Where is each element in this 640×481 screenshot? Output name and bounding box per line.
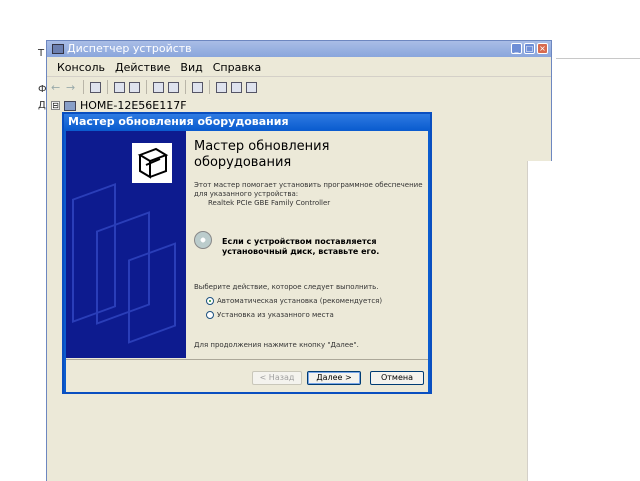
radio-button-automatic[interactable]: [206, 297, 214, 305]
toolbar: ← →: [51, 79, 257, 95]
button-separator: [66, 359, 428, 360]
option-automatic[interactable]: Автоматическая установка (рекомендуется): [206, 297, 382, 305]
toolbar-separator: [146, 80, 147, 94]
device-manager-icon: [52, 44, 64, 54]
hardware-wizard-icon: [130, 141, 174, 185]
menu-action[interactable]: Действие: [111, 59, 176, 76]
wizard-heading: Мастер обновления оборудования: [194, 139, 330, 170]
insert-disc-instruction: Если с устройством поставляется установо…: [222, 237, 380, 256]
toolbar-separator: [209, 80, 210, 94]
menu-view[interactable]: Вид: [176, 59, 208, 76]
toolbar-separator: [185, 80, 186, 94]
toolbar-separator: [107, 80, 108, 94]
wizard-description: Этот мастер помогает установить программ…: [194, 181, 423, 198]
back-arrow-icon[interactable]: ←: [51, 82, 62, 93]
background-text-fragment: Д: [38, 100, 46, 111]
wizard-title: Мастер обновления оборудования: [68, 115, 289, 128]
computer-name[interactable]: HOME-12E56E117F: [80, 99, 187, 112]
option-specific-location[interactable]: Установка из указанного места: [206, 311, 334, 319]
computer-icon: [64, 100, 76, 111]
wizard-banner: [66, 131, 186, 358]
tree-view-panel: [527, 161, 552, 481]
back-button[interactable]: < Назад: [252, 371, 302, 385]
menu-bar: Консоль Действие Вид Справка: [47, 59, 551, 77]
cd-disc-icon: [194, 231, 212, 249]
scan-hardware-icon[interactable]: [216, 81, 227, 93]
hardware-update-wizard-dialog: Мастер обновления оборудования Мастер об…: [62, 112, 432, 394]
window-title: Диспетчер устройств: [67, 42, 192, 55]
radio-button-specific-location[interactable]: [206, 311, 214, 319]
wizard-titlebar[interactable]: Мастер обновления оборудования: [64, 114, 430, 130]
print-icon[interactable]: [129, 81, 140, 93]
background-window-edge: [556, 58, 640, 79]
continue-hint: Для продолжения нажмите кнопку "Далее".: [194, 341, 359, 349]
minimize-button[interactable]: _: [511, 43, 522, 54]
background-text-fragment: Т: [38, 48, 45, 59]
forward-arrow-icon[interactable]: →: [66, 82, 77, 93]
next-button[interactable]: Далее >: [307, 371, 361, 385]
menu-console[interactable]: Консоль: [53, 59, 111, 76]
banner-decoration: [128, 242, 176, 344]
help-icon[interactable]: [153, 81, 164, 93]
device-name: Realtek PCIe GBE Family Controller: [208, 199, 331, 207]
properties-icon[interactable]: [114, 81, 125, 93]
wizard-body: Мастер обновления оборудования Этот маст…: [66, 131, 428, 392]
collapse-toggle[interactable]: ⊟: [51, 101, 60, 110]
device-manager-titlebar[interactable]: Диспетчер устройств _ □ ×: [47, 41, 551, 57]
toolbar-separator: [83, 80, 84, 94]
cancel-button[interactable]: Отмена: [370, 371, 424, 385]
disable-device-icon[interactable]: [231, 81, 242, 93]
option-automatic-label[interactable]: Автоматическая установка (рекомендуется): [217, 297, 382, 305]
menu-help[interactable]: Справка: [209, 59, 267, 76]
option-specific-location-label[interactable]: Установка из указанного места: [217, 311, 334, 319]
view-icon[interactable]: [168, 81, 179, 93]
update-driver-icon[interactable]: [192, 81, 203, 93]
close-button[interactable]: ×: [537, 43, 548, 54]
desktop-left-strip: [0, 0, 46, 480]
maximize-button[interactable]: □: [524, 43, 535, 54]
choose-action-label: Выберите действие, которое следует выпол…: [194, 283, 379, 291]
console-tree-icon[interactable]: [90, 81, 101, 93]
uninstall-device-icon[interactable]: [246, 81, 257, 93]
device-tree-root[interactable]: ⊟ HOME-12E56E117F: [51, 99, 187, 112]
